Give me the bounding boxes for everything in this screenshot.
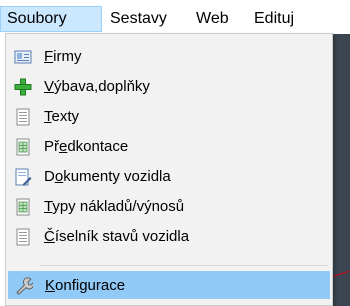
menu-item-firmy[interactable]: Firmy	[8, 43, 330, 71]
menu-edituj[interactable]: Edituj	[248, 6, 300, 32]
menu-item-dokumenty-vozidla[interactable]: Dokumenty vozidla	[8, 163, 330, 191]
menu-web-label: Web	[196, 10, 229, 27]
menu-item-typy-nakladu[interactable]: Typy nákladů/výnosů	[8, 193, 330, 221]
menu-web[interactable]: Web	[190, 6, 235, 32]
menu-item-label: Texty	[44, 108, 80, 125]
menu-item-label: Typy nákladů/výnosů	[44, 198, 185, 215]
soubory-dropdown-menu: Firmy Výbava,doplňky Texty Předkontace D…	[5, 33, 333, 306]
document-icon	[14, 108, 32, 126]
menu-item-label: Dokumenty vozidla	[44, 168, 171, 185]
menu-item-label: Výbava,doplňky	[44, 78, 150, 95]
menu-item-label: Firmy	[44, 48, 82, 65]
menu-bar: Soubory Sestavy Web Edituj	[0, 0, 350, 34]
document-table-icon	[14, 198, 32, 216]
menu-sestavy[interactable]: Sestavy	[104, 6, 173, 32]
menu-item-label: Číselník stavů vozidla	[44, 228, 190, 245]
menu-soubory[interactable]: Soubory	[0, 6, 102, 32]
background-window-edge	[333, 34, 350, 306]
green-plus-icon	[14, 78, 32, 96]
document-icon	[14, 228, 32, 246]
menu-sestavy-label: Sestavy	[110, 10, 167, 27]
menu-soubory-label: Soubory	[7, 10, 67, 27]
menu-item-ciselnik-stavu[interactable]: Číselník stavů vozidla	[8, 223, 330, 251]
menu-item-predkontace[interactable]: Předkontace	[8, 133, 330, 161]
menu-item-konfigurace[interactable]: Konfigurace	[8, 271, 330, 299]
menu-item-label: Předkontace	[44, 138, 129, 155]
menu-edituj-label: Edituj	[254, 10, 295, 27]
menu-separator	[40, 265, 328, 266]
menu-item-label: Konfigurace	[45, 277, 126, 294]
menu-item-texty[interactable]: Texty	[8, 103, 330, 131]
document-table-icon	[14, 138, 32, 156]
menu-item-vybava[interactable]: Výbava,doplňky	[8, 73, 330, 101]
wrench-icon	[15, 277, 34, 295]
document-edit-icon	[14, 168, 32, 186]
address-card-icon	[14, 48, 32, 66]
